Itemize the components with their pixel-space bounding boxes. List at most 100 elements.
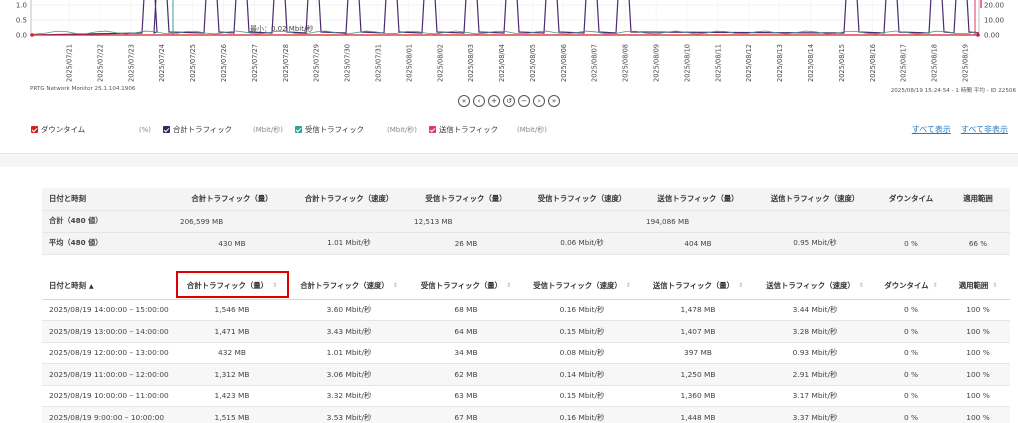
detail-column-header[interactable]: 送信トラフィック（速度） ⇕ xyxy=(754,272,876,300)
summary-column-header: 受信トラフィック（速度） xyxy=(522,188,642,211)
table-cell: 0 % xyxy=(876,342,946,364)
date-tick-label: 2025/08/09 xyxy=(653,44,661,82)
previous-icon[interactable]: ‹ xyxy=(473,95,485,107)
date-tick-label: 2025/08/14 xyxy=(807,44,815,82)
table-cell: 0.14 Mbit/秒 xyxy=(522,363,642,386)
table-cell: 67 MB xyxy=(410,406,522,423)
sort-icon[interactable]: ⇕ xyxy=(626,282,631,289)
next-icon[interactable]: › xyxy=(533,95,545,107)
date-tick-label: 2025/07/28 xyxy=(282,44,290,82)
table-cell: 0.15 Mbit/秒 xyxy=(522,385,642,407)
legend-unit: (Mbit/秒) xyxy=(387,125,417,134)
sort-icon[interactable]: ⇕ xyxy=(992,282,997,289)
table-cell: 3.53 Mbit/秒 xyxy=(288,406,410,423)
table-cell: 397 MB xyxy=(642,342,754,364)
show-all-link[interactable]: すべて表示 xyxy=(912,124,951,135)
table-row: 2025/08/19 14:00:00 – 15:00:00 1,546 MB 3.… xyxy=(42,299,1010,321)
date-tick-label: 2025/07/21 xyxy=(66,44,74,82)
table-cell: 1,478 MB xyxy=(642,299,754,321)
date-tick-label: 2025/08/03 xyxy=(467,44,475,82)
column-header-label: 日付と時刻 xyxy=(49,280,86,290)
sort-icon[interactable]: ⇕ xyxy=(506,282,511,289)
sort-icon[interactable]: ⇕ xyxy=(738,282,743,289)
table-cell: 100 % xyxy=(946,406,1010,423)
summary-cell: 26 MB xyxy=(410,232,522,255)
detail-column-header[interactable]: ダウンタイム ⇕ xyxy=(876,272,946,300)
section-divider xyxy=(0,153,1018,167)
table-cell: 34 MB xyxy=(410,342,522,364)
table-cell: 62 MB xyxy=(410,363,522,386)
date-tick-label: 2025/07/29 xyxy=(313,44,321,82)
zoom-in-icon[interactable]: + xyxy=(488,95,500,107)
sort-icon[interactable]: ⇕ xyxy=(859,282,864,289)
table-cell: 1,250 MB xyxy=(642,363,754,386)
downtime-marker-end xyxy=(976,33,980,37)
legend-item-downtime[interactable]: ダウンタイム (%) xyxy=(31,124,151,135)
chart-legend: ダウンタイム (%) 合計トラフィック (Mbit/秒) 受信トラフィック (Mbit/秒… xyxy=(31,124,559,135)
table-cell: 0.16 Mbit/秒 xyxy=(522,299,642,321)
checkbox-checked-icon[interactable] xyxy=(31,126,38,133)
detail-column-header[interactable]: 合計トラフィック（速度） ⇕ xyxy=(288,272,410,300)
chart-navigation: «‹ + ↺ − ›» xyxy=(458,95,560,107)
summary-average-row: 平均（480 値） 430 MB 1.01 Mbit/秒 26 MB 0.06 Mbit… xyxy=(42,232,1010,255)
table-cell: 3.28 Mbit/秒 xyxy=(754,320,876,343)
detail-column-header[interactable]: 送信トラフィック（量） ⇕ xyxy=(642,272,754,300)
column-header-label: 合計トラフィック（量） xyxy=(186,280,269,290)
date-tick-label: 2025/08/07 xyxy=(591,44,599,82)
sort-icon[interactable]: ⇕ xyxy=(393,282,398,289)
detail-column-header[interactable]: 日付と時刻 ▲ xyxy=(42,272,176,300)
legend-item-send-traffic[interactable]: 送信トラフィック (Mbit/秒) xyxy=(429,124,547,135)
legend-actions: すべて表示 すべて非表示 xyxy=(912,124,1008,135)
table-cell: 3.17 Mbit/秒 xyxy=(754,385,876,407)
detail-column-header[interactable]: 適用範囲 ⇕ xyxy=(946,272,1010,300)
detail-column-header[interactable]: 受信トラフィック（速度） ⇕ xyxy=(522,272,642,300)
y-left-tick-label: 0.5 xyxy=(16,17,27,25)
table-cell: 100 % xyxy=(946,363,1010,386)
table-cell: 1,360 MB xyxy=(642,385,754,407)
date-tick-label: 2025/07/25 xyxy=(189,44,197,82)
detail-column-header[interactable]: 合計トラフィック（量） ⇕ xyxy=(176,272,288,300)
sort-icon[interactable]: ⇕ xyxy=(272,282,277,289)
summary-column-header: 合計トラフィック（速度） xyxy=(288,188,410,211)
legend-item-receive-traffic[interactable]: 受信トラフィック (Mbit/秒) xyxy=(295,124,417,135)
first-page-icon[interactable]: « xyxy=(458,95,470,107)
legend-item-total-traffic[interactable]: 合計トラフィック (Mbit/秒) xyxy=(163,124,283,135)
summary-total-row: 合計（480 値） 206,599 MB 12,513 MB 194,086 MB xyxy=(42,210,1010,233)
table-cell: 64 MB xyxy=(410,320,522,343)
table-cell: 63 MB xyxy=(410,385,522,407)
detail-column-header[interactable]: 受信トラフィック（量） ⇕ xyxy=(410,272,522,300)
summary-cell: 1.01 Mbit/秒 xyxy=(288,232,410,255)
zoom-out-icon[interactable]: − xyxy=(518,95,530,107)
checkbox-checked-icon[interactable] xyxy=(163,126,170,133)
summary-header-row: 日付と時刻 合計トラフィック（量） 合計トラフィック（速度） 受信トラフィック（量）受… xyxy=(42,188,1010,211)
chart-footer-left: PRTG Network Monitor 25.1.104.1906 xyxy=(30,86,136,92)
checkbox-checked-icon[interactable] xyxy=(429,126,436,133)
hide-all-link[interactable]: すべて非表示 xyxy=(961,124,1008,135)
table-cell: 0 % xyxy=(876,385,946,407)
summary-cell: 12,513 MB xyxy=(410,210,522,233)
date-tick-label: 2025/08/16 xyxy=(869,44,877,82)
summary-column-header: 送信トラフィック（速度） xyxy=(754,188,876,211)
table-row: 2025/08/19 10:00:00 – 11:00:00 1,423 MB 3.… xyxy=(42,385,1010,407)
summary-cell: 430 MB xyxy=(176,232,288,255)
date-tick-label: 2025/07/27 xyxy=(251,44,259,82)
legend-label: 合計トラフィック xyxy=(173,125,232,134)
table-cell: 3.44 Mbit/秒 xyxy=(754,299,876,321)
date-tick-label: 2025/07/30 xyxy=(344,44,352,82)
row-datetime: 2025/08/19 9:00:00 – 10:00:00 xyxy=(42,406,176,423)
table-cell: 3.60 Mbit/秒 xyxy=(288,299,410,321)
detail-table: 日付と時刻 ▲ 合計トラフィック（量） ⇕ 合計トラフィック（速度） ⇕ 受信トラフィック（… xyxy=(42,272,1010,423)
table-cell: 0 % xyxy=(876,363,946,386)
reset-icon[interactable]: ↺ xyxy=(503,95,515,107)
date-tick-label: 2025/08/04 xyxy=(498,44,506,82)
detail-header-row: 日付と時刻 ▲ 合計トラフィック（量） ⇕ 合計トラフィック（速度） ⇕ 受信トラフィック（… xyxy=(42,272,1010,300)
table-cell: 3.43 Mbit/秒 xyxy=(288,320,410,343)
table-cell: 1,471 MB xyxy=(176,320,288,343)
table-cell: 2.91 Mbit/秒 xyxy=(754,363,876,386)
checkbox-checked-icon[interactable] xyxy=(295,126,302,133)
summary-column-header: 送信トラフィック（量） xyxy=(642,188,754,211)
last-page-icon[interactable]: » xyxy=(548,95,560,107)
sort-ascending-icon[interactable]: ▲ xyxy=(89,283,94,290)
sort-icon[interactable]: ⇕ xyxy=(933,282,938,289)
summary-row-label: 合計（480 値） xyxy=(42,210,176,233)
